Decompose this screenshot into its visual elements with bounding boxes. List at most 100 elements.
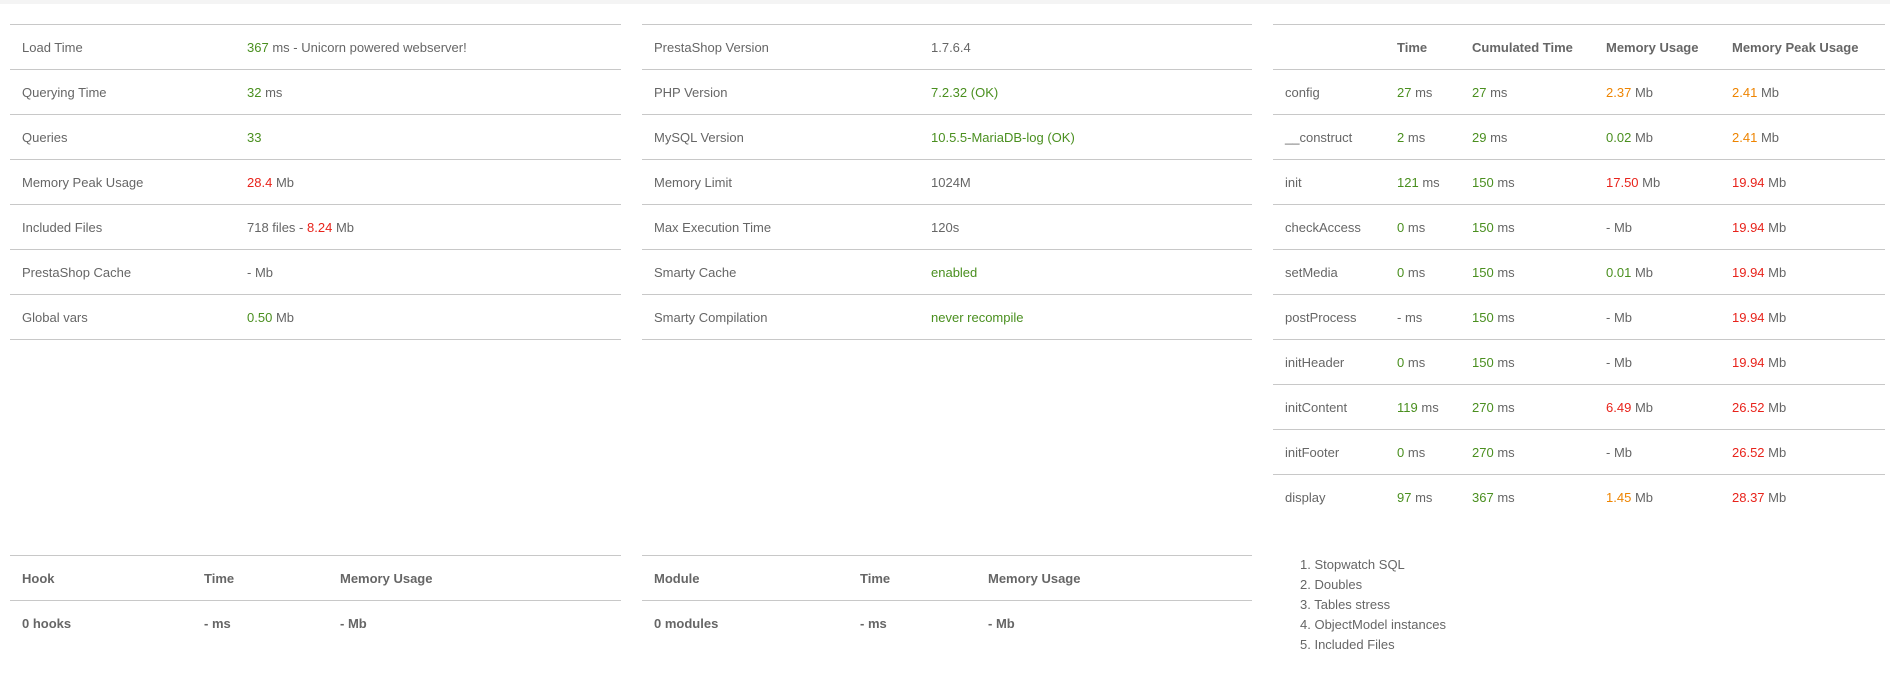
step-memory-peak: 26.52 Mb — [1720, 429, 1885, 475]
col-header-module: Module — [642, 555, 848, 601]
step-memory-usage: 2.37 Mb — [1594, 69, 1720, 115]
step-cumulated-time: 270 ms — [1460, 429, 1594, 475]
modules-panel: Module Time Memory Usage 0 modules - ms … — [642, 555, 1252, 645]
global-vars-value: 0.50 Mb — [235, 294, 621, 340]
stopwatch-body: config 27 ms 27 ms 2.37 Mb 2.41 Mb __construc… — [1273, 69, 1885, 519]
step-time: 121 ms — [1385, 159, 1460, 205]
step-memory-peak: 19.94 Mb — [1720, 159, 1885, 205]
col-header-hook: Hook — [10, 555, 192, 601]
col-header-time: Time — [848, 555, 976, 601]
step-name: postProcess — [1273, 294, 1385, 340]
hooks-memory: - Mb — [328, 600, 621, 645]
link-doubles[interactable]: 2. Doubles — [1300, 575, 1446, 595]
step-name: checkAccess — [1273, 204, 1385, 250]
stopwatch-row-initheader: initHeader 0 ms 150 ms - Mb 19.94 Mb — [1273, 339, 1885, 385]
step-memory-usage: 6.49 Mb — [1594, 384, 1720, 430]
step-memory-peak: 26.52 Mb — [1720, 384, 1885, 430]
step-cumulated-time: 27 ms — [1460, 69, 1594, 115]
step-cumulated-time: 150 ms — [1460, 159, 1594, 205]
hooks-time: - ms — [192, 600, 328, 645]
link-objectmodel-instances[interactable]: 4. ObjectModel instances — [1300, 615, 1446, 635]
step-name: __construct — [1273, 114, 1385, 160]
queries-value: 33 — [235, 114, 621, 160]
step-time: 0 ms — [1385, 429, 1460, 475]
hooks-header-row: Hook Time Memory Usage — [10, 555, 621, 601]
col-header-memory-usage: Memory Usage — [328, 555, 621, 601]
prestashop-version-label: PrestaShop Version — [642, 24, 919, 70]
load-time-label: Load Time — [10, 24, 235, 70]
table-row: 0 modules - ms - Mb — [642, 600, 1252, 645]
memory-peak-value: 28.4 Mb — [235, 159, 621, 205]
stopwatch-header-row: Time Cumulated Time Memory Usage Memory … — [1273, 24, 1885, 70]
mysql-version-label: MySQL Version — [642, 114, 919, 160]
step-cumulated-time: 150 ms — [1460, 249, 1594, 295]
table-row: Queries 33 — [10, 114, 621, 160]
step-cumulated-time: 150 ms — [1460, 339, 1594, 385]
col-header-memory-peak: Memory Peak Usage — [1720, 24, 1885, 70]
step-cumulated-time: 270 ms — [1460, 384, 1594, 430]
step-name: init — [1273, 159, 1385, 205]
step-memory-peak: 19.94 Mb — [1720, 249, 1885, 295]
step-memory-peak: 2.41 Mb — [1720, 69, 1885, 115]
querying-time-value: 32 ms — [235, 69, 621, 115]
prestashop-cache-value: - Mb — [235, 249, 621, 295]
included-files-value: 718 files - 8.24 Mb — [235, 204, 621, 250]
php-version-value: 7.2.32 (OK) — [919, 69, 1252, 115]
table-row: Max Execution Time 120s — [642, 204, 1252, 250]
step-time: 0 ms — [1385, 204, 1460, 250]
step-memory-usage: 0.01 Mb — [1594, 249, 1720, 295]
step-name: initFooter — [1273, 429, 1385, 475]
step-time: - ms — [1385, 294, 1460, 340]
step-memory-peak: 19.94 Mb — [1720, 339, 1885, 385]
stopwatch-panel: Time Cumulated Time Memory Usage Memory … — [1273, 24, 1885, 519]
step-memory-usage: - Mb — [1594, 429, 1720, 475]
link-tables-stress[interactable]: 3. Tables stress — [1300, 595, 1446, 615]
step-memory-peak: 19.94 Mb — [1720, 294, 1885, 340]
col-header-memory-usage: Memory Usage — [1594, 24, 1720, 70]
top-strip — [0, 0, 1890, 4]
modules-memory: - Mb — [976, 600, 1252, 645]
memory-limit-value: 1024M — [919, 159, 1252, 205]
prestashop-version-value: 1.7.6.4 — [919, 24, 1252, 70]
col-header-time: Time — [1385, 24, 1460, 70]
stopwatch-row-initcontent: initContent 119 ms 270 ms 6.49 Mb 26.52 Mb — [1273, 384, 1885, 430]
step-time: 27 ms — [1385, 69, 1460, 115]
step-name: config — [1273, 69, 1385, 115]
table-row: Querying Time 32 ms — [10, 69, 621, 115]
step-memory-usage: 1.45 Mb — [1594, 474, 1720, 519]
table-row: Load Time 367 ms - Unicorn powered webse… — [10, 24, 621, 70]
modules-count: 0 modules — [642, 600, 848, 645]
step-cumulated-time: 367 ms — [1460, 474, 1594, 519]
smarty-cache-label: Smarty Cache — [642, 249, 919, 295]
col-header-time: Time — [192, 555, 328, 601]
stopwatch-row-construct: __construct 2 ms 29 ms 0.02 Mb 2.41 Mb — [1273, 114, 1885, 160]
hooks-count: 0 hooks — [10, 600, 192, 645]
step-memory-peak: 2.41 Mb — [1720, 114, 1885, 160]
table-row: Smarty Compilation never recompile — [642, 294, 1252, 340]
php-version-label: PHP Version — [642, 69, 919, 115]
table-row: Memory Limit 1024M — [642, 159, 1252, 205]
smarty-compilation-label: Smarty Compilation — [642, 294, 919, 340]
modules-header-row: Module Time Memory Usage — [642, 555, 1252, 601]
table-row: Smarty Cache enabled — [642, 249, 1252, 295]
memory-limit-label: Memory Limit — [642, 159, 919, 205]
step-time: 0 ms — [1385, 249, 1460, 295]
summary-table: Load Time 367 ms - Unicorn powered webse… — [10, 24, 621, 340]
table-row: Global vars 0.50 Mb — [10, 294, 621, 340]
table-row: MySQL Version 10.5.5-MariaDB-log (OK) — [642, 114, 1252, 160]
step-time: 0 ms — [1385, 339, 1460, 385]
hooks-panel: Hook Time Memory Usage 0 hooks - ms - Mb — [10, 555, 621, 645]
step-memory-usage: 17.50 Mb — [1594, 159, 1720, 205]
hooks-table: Hook Time Memory Usage 0 hooks - ms - Mb — [10, 555, 621, 645]
link-included-files[interactable]: 5. Included Files — [1300, 635, 1446, 655]
smarty-compilation-value: never recompile — [919, 294, 1252, 340]
summary-panel: Load Time 367 ms - Unicorn powered webse… — [10, 24, 621, 340]
step-name: initContent — [1273, 384, 1385, 430]
config-panel: PrestaShop Version 1.7.6.4 PHP Version 7… — [642, 24, 1252, 340]
step-cumulated-time: 150 ms — [1460, 294, 1594, 340]
step-cumulated-time: 150 ms — [1460, 204, 1594, 250]
config-table: PrestaShop Version 1.7.6.4 PHP Version 7… — [642, 24, 1252, 340]
step-name: setMedia — [1273, 249, 1385, 295]
link-stopwatch-sql[interactable]: 1. Stopwatch SQL — [1300, 555, 1446, 575]
memory-peak-label: Memory Peak Usage — [10, 159, 235, 205]
